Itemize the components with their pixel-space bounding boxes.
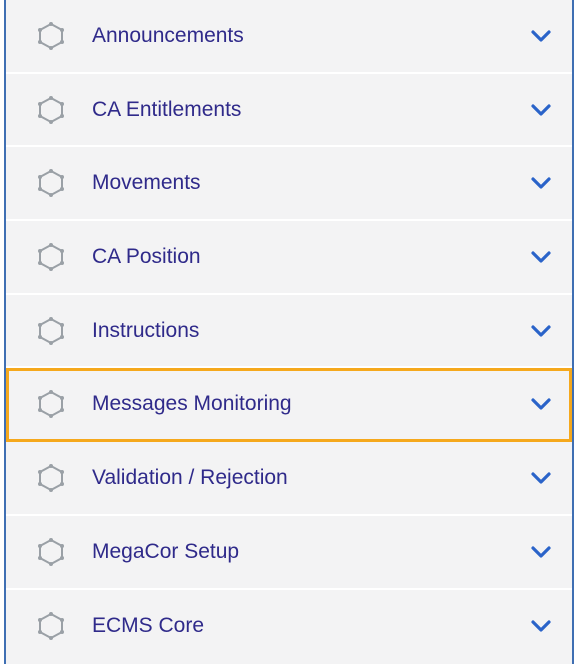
menu-item-ca-entitlements[interactable]: CA Entitlements [6, 74, 572, 148]
menu-item-label: CA Position [92, 244, 201, 268]
chevron-down-icon[interactable] [530, 618, 552, 634]
menu-item-megacor-setup[interactable]: MegaCor Setup [6, 516, 572, 590]
hexagon-outline-icon [38, 21, 64, 50]
chevron-down-icon[interactable] [530, 102, 552, 118]
menu-item-ca-position[interactable]: CA Position [6, 221, 572, 295]
hexagon-outline-icon [38, 537, 64, 566]
menu-item-label: MegaCor Setup [92, 539, 240, 563]
menu-item-label: Announcements [92, 23, 244, 47]
menu-item-movements[interactable]: Movements [6, 147, 572, 222]
menu-item-label: Movements [92, 171, 201, 195]
chevron-down-icon[interactable] [530, 470, 552, 486]
chevron-down-icon[interactable] [530, 544, 552, 560]
hexagon-outline-icon [38, 390, 64, 419]
menu-item-announcements[interactable]: Announcements [6, 0, 572, 74]
menu-item-label: ECMS Core [92, 614, 205, 638]
chevron-down-icon[interactable] [530, 28, 552, 44]
chevron-down-icon[interactable] [530, 175, 552, 191]
hexagon-outline-icon [38, 242, 64, 271]
chevron-down-icon[interactable] [530, 249, 552, 265]
menu-item-label: Validation / Rejection [92, 465, 288, 489]
menu-item-ecms-core[interactable]: ECMS Core [6, 590, 572, 664]
menu-item-messages-monitoring[interactable]: Messages Monitoring [6, 368, 572, 443]
navigation-menu: Announcements CA Entitlements Movements … [4, 0, 574, 664]
menu-item-instructions[interactable]: Instructions [6, 295, 572, 369]
hexagon-outline-icon [38, 169, 64, 198]
chevron-down-icon[interactable] [530, 396, 552, 412]
menu-item-label: Messages Monitoring [92, 392, 292, 416]
menu-item-validation-rejection[interactable]: Validation / Rejection [6, 442, 572, 516]
menu-item-label: Instructions [92, 318, 200, 342]
hexagon-outline-icon [38, 316, 64, 345]
hexagon-outline-icon [38, 612, 64, 641]
hexagon-outline-icon [38, 463, 64, 492]
chevron-down-icon[interactable] [530, 323, 552, 339]
menu-item-label: CA Entitlements [92, 97, 242, 121]
hexagon-outline-icon [38, 95, 64, 124]
